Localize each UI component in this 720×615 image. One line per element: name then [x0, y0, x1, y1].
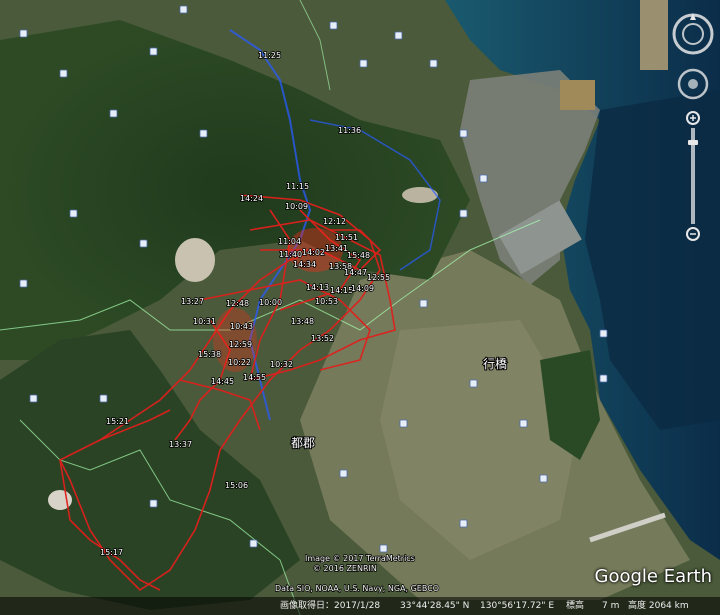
- time-label: 11:36: [338, 126, 361, 135]
- time-label: 13:52: [311, 334, 334, 343]
- look-joystick-icon[interactable]: [677, 68, 709, 100]
- time-label: 14:09: [351, 284, 374, 293]
- time-label: 11:25: [258, 51, 281, 60]
- elevation-readout: 標高 7 m: [566, 601, 620, 611]
- zoom-slider[interactable]: [686, 111, 700, 241]
- map-canvas: 11:25 11:36 11:15 10:09 14:24 12:12 11:0…: [0, 0, 720, 615]
- time-label: 10:53: [315, 297, 338, 306]
- time-label: 11:40: [279, 250, 302, 259]
- time-label: 13:37: [169, 440, 192, 449]
- time-label: 14:02: [302, 248, 325, 257]
- time-label: 10:43: [230, 322, 253, 331]
- time-label: 14:15: [330, 286, 353, 295]
- time-label: 14:45: [211, 377, 234, 386]
- time-label: 15:38: [198, 350, 221, 359]
- time-label: 12:12: [323, 217, 346, 226]
- time-label: 15:06: [225, 481, 248, 490]
- time-label: 14:47: [344, 268, 367, 277]
- satellite-map[interactable]: 11:25 11:36 11:15 10:09 14:24 12:12 11:0…: [0, 0, 720, 615]
- time-label: 14:55: [243, 373, 266, 382]
- status-bar: 画像取得日：2017/1/28 33°44'28.45" N 130°56'17…: [0, 597, 720, 615]
- time-label: 12:48: [226, 299, 249, 308]
- place-label-city: 行橋: [483, 357, 507, 371]
- eye-altitude-readout: 高度 2064 km: [628, 601, 689, 611]
- time-label: 12:55: [367, 273, 390, 282]
- time-label: 11:51: [335, 233, 358, 242]
- latitude-readout: 33°44'28.45" N: [400, 601, 470, 611]
- time-label: 11:15: [286, 182, 309, 191]
- credit-data: Data SIO, NOAA, U.S. Navy, NGA, GEBCO: [275, 584, 439, 593]
- time-label: 15:21: [106, 417, 129, 426]
- time-label: 11:04: [278, 237, 301, 246]
- quarry-1: [175, 238, 215, 282]
- time-label: 13:48: [291, 317, 314, 326]
- time-label: 13:27: [181, 297, 204, 306]
- compass-icon[interactable]: [672, 13, 714, 55]
- port-yard: [560, 80, 595, 110]
- credit-imagery: Image © 2017 TerraMetrics: [305, 554, 415, 563]
- time-label: 10:31: [193, 317, 216, 326]
- time-label: 13:41: [325, 244, 348, 253]
- time-label: 10:32: [270, 360, 293, 369]
- time-label: 15:48: [347, 251, 370, 260]
- time-label: 14:24: [240, 194, 263, 203]
- time-label: 12:59: [229, 340, 252, 349]
- island-reclaim: [640, 0, 668, 70]
- place-label-district: 都郡: [291, 436, 315, 450]
- time-label: 10:22: [228, 358, 251, 367]
- time-label: 15:17: [100, 548, 123, 557]
- credit-zenrin: © 2016 ZENRIN: [313, 564, 377, 573]
- time-label: 10:00: [259, 298, 282, 307]
- imagery-date: 画像取得日：2017/1/28: [280, 601, 381, 611]
- google-earth-logo: Google Earth: [594, 566, 712, 587]
- time-label: 14:13: [306, 283, 329, 292]
- longitude-readout: 130°56'17.72" E: [480, 601, 555, 611]
- time-label: 10:09: [285, 202, 308, 211]
- time-label: 14:34: [293, 260, 316, 269]
